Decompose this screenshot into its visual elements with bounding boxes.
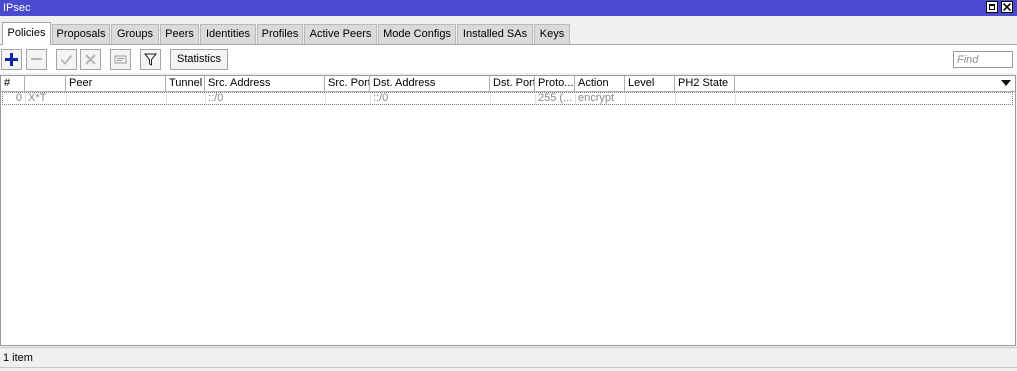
tab-installed-sas[interactable]: Installed SAs: [457, 24, 533, 44]
tab-identities[interactable]: Identities: [200, 24, 256, 44]
col-src-address[interactable]: Src. Address: [205, 76, 325, 91]
col-peer[interactable]: Peer: [66, 76, 166, 91]
minus-icon: [31, 58, 42, 60]
col-flags[interactable]: [25, 76, 66, 91]
item-count: 1 item: [3, 352, 33, 364]
cell-dst-port: [491, 93, 536, 104]
table-row[interactable]: 0 X*T ::/0 ::/0 255 (... encrypt: [2, 92, 1013, 105]
col-tunnel[interactable]: Tunnel: [166, 76, 205, 91]
tab-active-peers[interactable]: Active Peers: [304, 24, 377, 44]
policies-table: # Peer Tunnel Src. Address Src. Port Dst…: [0, 75, 1016, 346]
cell-action: encrypt: [576, 93, 626, 104]
cell-number: 0: [3, 93, 26, 104]
plus-icon: [5, 53, 18, 66]
cell-ph2-state: [676, 93, 736, 104]
tab-mode-configs[interactable]: Mode Configs: [378, 24, 456, 44]
tab-groups[interactable]: Groups: [111, 24, 159, 44]
close-button[interactable]: [1001, 1, 1013, 13]
check-icon: [60, 54, 73, 65]
col-dst-address[interactable]: Dst. Address: [370, 76, 490, 91]
cell-src-address: ::/0: [206, 93, 326, 104]
tab-keys[interactable]: Keys: [534, 24, 570, 44]
cell-flags: X*T: [26, 93, 67, 104]
tab-profiles[interactable]: Profiles: [257, 24, 303, 44]
cell-protocol: 255 (...: [536, 93, 576, 104]
tab-proposals[interactable]: Proposals: [52, 24, 110, 44]
cell-dst-address: ::/0: [371, 93, 491, 104]
col-number[interactable]: #: [1, 76, 25, 91]
disable-button[interactable]: [80, 49, 101, 70]
comment-icon: [114, 55, 127, 64]
col-action[interactable]: Action: [575, 76, 625, 91]
window-title: IPsec: [3, 2, 31, 14]
enable-button[interactable]: [56, 49, 77, 70]
cell-tunnel: [167, 93, 206, 104]
cell-src-port: [326, 93, 371, 104]
tab-policies[interactable]: Policies: [2, 22, 51, 45]
close-icon: [1003, 3, 1011, 11]
remove-button[interactable]: [26, 49, 47, 70]
find-input[interactable]: [953, 51, 1013, 68]
title-bar: IPsec: [0, 0, 1017, 16]
status-divider: [0, 367, 1017, 368]
col-ph2-state[interactable]: PH2 State: [675, 76, 735, 91]
x-icon: [85, 54, 96, 65]
tab-peers[interactable]: Peers: [160, 24, 199, 44]
table-header: # Peer Tunnel Src. Address Src. Port Dst…: [1, 76, 1015, 92]
col-level[interactable]: Level: [625, 76, 675, 91]
col-dst-port[interactable]: Dst. Port: [490, 76, 535, 91]
column-menu-dropdown-icon[interactable]: [1001, 80, 1011, 87]
filter-button[interactable]: [140, 49, 161, 70]
cell-level: [626, 93, 676, 104]
col-src-port[interactable]: Src. Port: [325, 76, 370, 91]
maximize-button[interactable]: [986, 1, 998, 13]
cell-peer: [67, 93, 167, 104]
filter-icon: [144, 53, 157, 66]
toolbar: Statistics: [0, 45, 1017, 73]
comment-button[interactable]: [110, 49, 131, 70]
col-protocol[interactable]: Proto...: [535, 76, 575, 91]
add-button[interactable]: [1, 49, 22, 70]
statistics-button[interactable]: Statistics: [170, 49, 228, 70]
status-bar: 1 item: [0, 347, 1017, 368]
